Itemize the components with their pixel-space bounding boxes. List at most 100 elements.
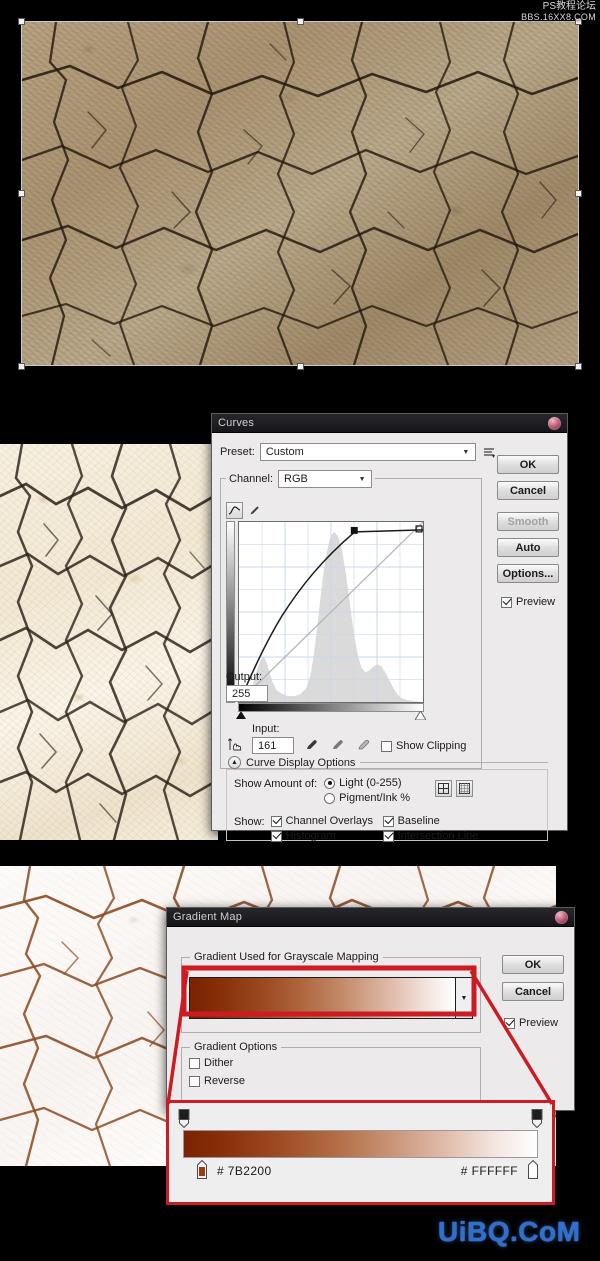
gradient-left-color-stop[interactable] [195,1159,209,1179]
curve-tool-icon[interactable] [226,502,243,519]
top-cracked-earth-image [22,22,578,365]
curves-preview-box [501,596,512,608]
gradient-map-title: Gradient Map [173,911,243,923]
transform-handle-tl[interactable] [18,18,25,25]
grid-quarter-icon[interactable] [435,780,453,797]
curve-display-options-header[interactable]: ▲ Curve Display Options [228,756,548,769]
watermark-bottom: UiBQ.CoM [438,1216,581,1247]
watermark-top-line1: PS教程论坛 [542,1,596,12]
gradient-stop-left[interactable] [177,1109,191,1129]
curves-titlebar[interactable]: Curves [212,414,567,433]
checkbox-intersection-line[interactable]: Intersection Line [382,830,501,842]
intersection-line-label: Intersection Line [397,830,479,842]
radio-pigment-label: Pigment/Ink % [339,792,411,804]
preset-label: Preset: [220,446,255,458]
intersection-line-box [382,830,394,842]
curve-display-options-label: Curve Display Options [246,756,356,769]
curves-options-button[interactable]: Options... [497,564,559,583]
white-point-slider[interactable] [415,711,426,720]
transform-handle-tm[interactable] [297,18,304,25]
screenshot-root: Curves Preset: Custom ▼ Channel: RGB ▼ O… [0,0,600,1261]
show-label: Show: [234,816,265,828]
grid-tenth-icon[interactable] [456,780,474,797]
checkbox-channel-overlays[interactable]: Channel Overlays [270,815,383,827]
gradient-map-titlebar[interactable]: Gradient Map [167,908,574,927]
preset-value: Custom [265,446,304,458]
gradient-picker-dropdown[interactable]: ▼ [455,978,472,1018]
grayscale-mapping-title: Gradient Used for Grayscale Mapping [190,951,383,963]
transform-handle-mr[interactable] [575,190,582,197]
black-point-eyedropper-icon[interactable] [303,736,320,753]
top-texture-cracks [22,22,578,365]
curve-tool-group [226,502,263,519]
gray-point-eyedropper-icon[interactable] [329,736,346,753]
middle-cracked-earth-image [0,444,218,840]
preset-select[interactable]: Custom ▼ [259,443,476,461]
dither-label: Dither [204,1057,234,1069]
gradient-map-ok-button[interactable]: OK [502,955,564,974]
histogram-label: Histogram [285,830,336,842]
output-label: Output: [226,671,263,683]
horizontal-gradient-ramp [238,703,424,712]
input-input[interactable]: 161 [252,737,294,754]
curves-ok-button[interactable]: OK [497,455,559,474]
reverse-label: Reverse [204,1075,245,1087]
curves-auto-button[interactable]: Auto [497,538,559,557]
checkbox-dither[interactable]: Dither [189,1057,245,1069]
checkbox-reverse[interactable]: Reverse [189,1075,245,1087]
watermark-top-line2: BBS.16XX8.COM [521,11,596,22]
gradient-map-button-column: OK Cancel Preview [502,955,564,1029]
baseline-label: Baseline [397,815,440,827]
dither-box [189,1057,200,1069]
radio-light[interactable]: Light (0-255) [324,777,410,789]
pencil-tool-icon[interactable] [246,502,263,519]
curves-cancel-button[interactable]: Cancel [497,481,559,500]
gradient-right-color-stop[interactable] [526,1159,540,1179]
gradient-map-preview-checkbox[interactable]: Preview [502,1017,564,1029]
gradient-map-preview-label: Preview [519,1017,559,1029]
photoshop-orb-icon [555,910,568,924]
gradient-left-hex-label: # 7B2200 [217,1164,272,1178]
curves-preview-checkbox[interactable]: Preview [497,596,559,608]
collapse-toggle-icon[interactable]: ▲ [228,756,241,769]
channel-overlays-box [270,815,282,827]
checkbox-baseline[interactable]: Baseline [382,815,501,827]
radio-pigment[interactable]: Pigment/Ink % [324,792,410,804]
gradient-detail-bar[interactable] [183,1130,538,1158]
transform-handle-bl[interactable] [18,363,25,370]
channel-overlays-label: Channel Overlays [285,815,374,827]
gradient-detail-panel[interactable]: # 7B2200 # FFFFFF [166,1100,555,1205]
black-point-slider[interactable] [236,711,246,719]
gradient-swatch-preview[interactable] [190,978,455,1018]
gradient-options-checks: Dither Reverse [189,1057,245,1087]
gradient-map-cancel-button[interactable]: Cancel [502,982,564,1001]
gradient-map-dialog[interactable]: Gradient Map Gradient Used for Grayscale… [166,907,575,1111]
target-adjust-icon[interactable] [226,736,243,753]
gradient-stop-right[interactable] [530,1109,544,1129]
show-row: Show: Channel Overlays Baseline Histogra… [234,815,501,842]
photoshop-orb-icon [548,416,561,430]
checkbox-histogram[interactable]: Histogram [270,830,383,842]
channel-row: Channel: RGB ▼ [226,470,376,488]
curve-point-highlight [350,526,358,534]
show-clipping-label: Show Clipping [396,740,467,752]
gradient-swatch-row[interactable]: ▼ [189,977,473,1019]
watermark-top: PS教程论坛 BBS.16XX8.COM [521,1,596,22]
curves-button-column: OK Cancel Smooth Auto Options... Preview [497,455,559,608]
preset-menu-icon[interactable] [481,444,498,461]
white-point-eyedropper-icon[interactable] [355,736,372,753]
gradient-map-preview-box [504,1017,515,1029]
show-amount-of-label: Show Amount of: [234,778,318,790]
section-divider [360,762,548,763]
show-clipping-checkbox[interactable]: Show Clipping [381,740,466,752]
curves-dialog[interactable]: Curves Preset: Custom ▼ Channel: RGB ▼ O… [211,413,568,842]
transform-handle-bm[interactable] [297,363,304,370]
transform-handle-br[interactable] [575,363,582,370]
output-input[interactable]: 255 [226,685,268,702]
show-clipping-box [381,740,392,752]
histogram-box [270,830,282,842]
gradient-map-body: Gradient Used for Grayscale Mapping ▼ Gr… [167,927,574,1103]
output-field-group: Output: 255 [226,671,268,702]
channel-select[interactable]: RGB ▼ [278,470,373,488]
transform-handle-ml[interactable] [18,190,25,197]
